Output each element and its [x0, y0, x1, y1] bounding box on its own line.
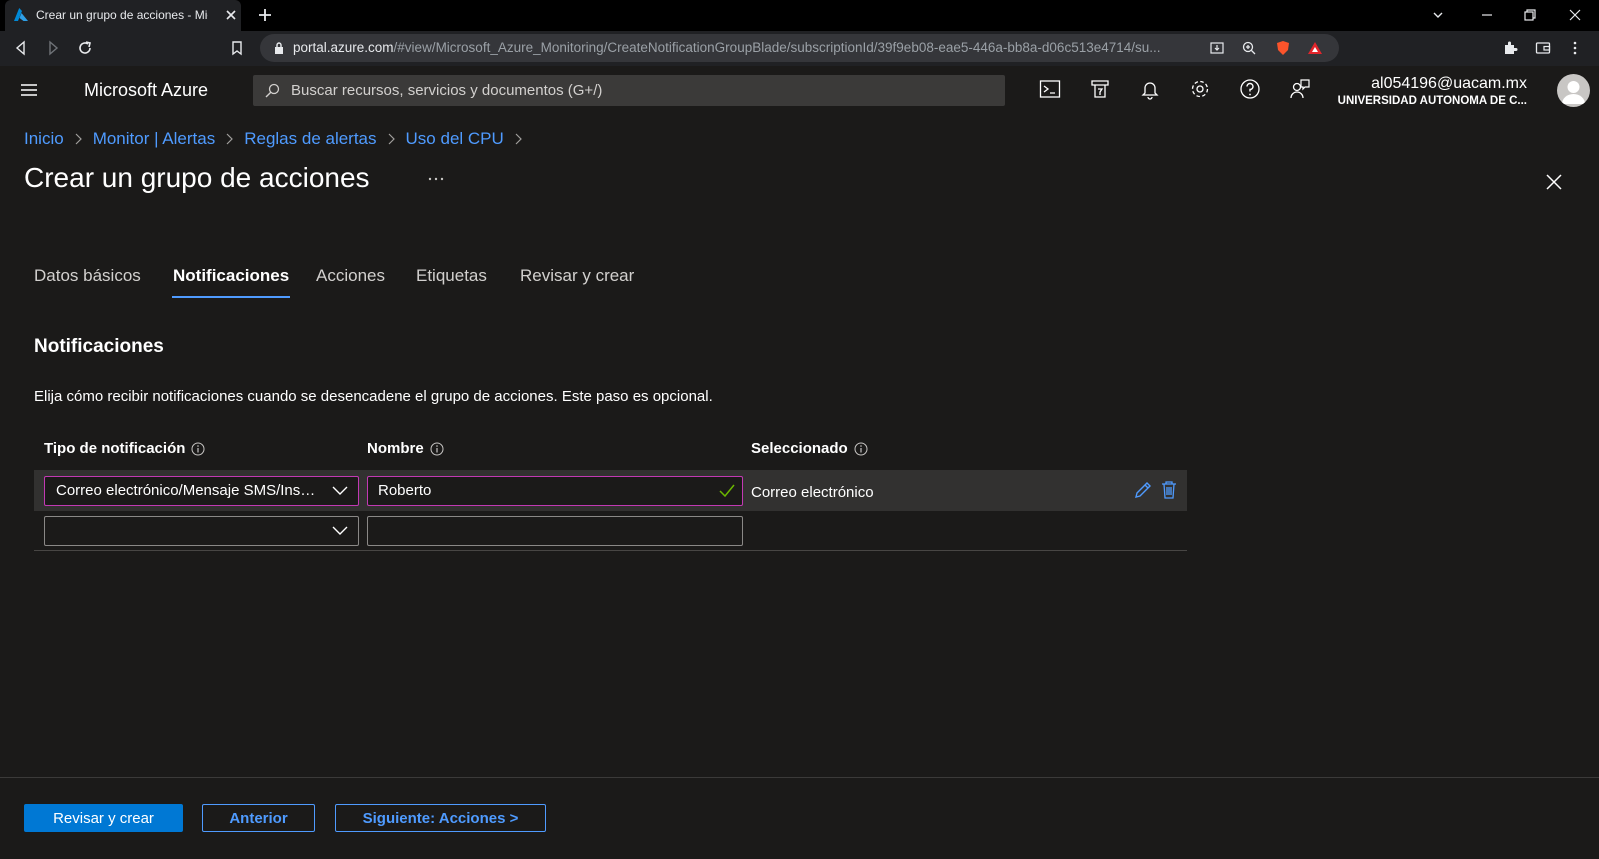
next-actions-button[interactable]: Siguiente: Acciones >	[335, 804, 546, 832]
breadcrumb-uso-del-cpu[interactable]: Uso del CPU	[406, 129, 504, 149]
bookmark-icon[interactable]	[229, 40, 245, 56]
chevron-right-icon	[515, 133, 522, 145]
review-create-button[interactable]: Revisar y crear	[24, 804, 183, 832]
extensions-icon[interactable]	[1502, 40, 1518, 56]
chevron-right-icon	[75, 133, 82, 145]
azure-logo-icon	[14, 8, 28, 21]
wallet-icon[interactable]	[1535, 40, 1551, 56]
lock-icon	[275, 42, 283, 54]
url-path: /#view/Microsoft_Azure_Monitoring/Create…	[393, 40, 1161, 55]
column-header-nombre: Nombre	[367, 440, 444, 457]
tab-etiquetas[interactable]: Etiquetas	[416, 266, 487, 286]
column-header-nombre-label: Nombre	[367, 440, 424, 457]
section-title: Notificaciones	[34, 336, 164, 357]
tab-acciones[interactable]: Acciones	[316, 266, 385, 286]
zoom-icon[interactable]	[1241, 40, 1257, 56]
page-title: Crear un grupo de acciones	[24, 162, 370, 193]
search-placeholder: Buscar recursos, servicios y documentos …	[291, 82, 603, 99]
notification-type-dropdown-empty[interactable]	[44, 516, 359, 546]
browser-tab-strip: Crear un grupo de acciones - Microsoft A…	[0, 0, 1599, 31]
brave-shields-icon[interactable]	[1275, 40, 1291, 56]
feedback-icon[interactable]	[1289, 78, 1311, 100]
info-icon[interactable]	[191, 442, 205, 456]
chevron-right-icon	[226, 133, 234, 145]
tab-datos-basicos[interactable]: Datos básicos	[34, 266, 141, 286]
directory-filter-icon[interactable]	[1089, 78, 1111, 100]
browser-tab[interactable]: Crear un grupo de acciones - Microsoft A…	[5, 0, 241, 31]
back-icon[interactable]	[13, 40, 29, 56]
address-bar[interactable]: portal.azure.com/#view/Microsoft_Azure_M…	[260, 34, 1339, 62]
table-divider	[34, 550, 1187, 551]
name-field-value: Roberto	[378, 482, 432, 499]
close-window-icon[interactable]	[1568, 8, 1582, 22]
tab-revisar-y-crear[interactable]: Revisar y crear	[520, 266, 634, 286]
notifications-icon[interactable]	[1139, 78, 1161, 100]
user-email[interactable]: al054196@uacam.mx	[1371, 75, 1527, 93]
active-tab-indicator	[172, 296, 291, 298]
chevron-right-icon	[388, 133, 395, 145]
more-options-icon[interactable]	[427, 176, 445, 182]
column-header-tipo-label: Tipo de notificación	[44, 440, 186, 457]
browser-toolbar: portal.azure.com/#view/Microsoft_Azure_M…	[0, 31, 1599, 66]
name-field[interactable]: Roberto	[367, 476, 743, 506]
chevron-down-icon	[332, 526, 348, 535]
reload-icon[interactable]	[77, 40, 93, 56]
restore-icon[interactable]	[1523, 8, 1537, 22]
url-text: portal.azure.com/#view/Microsoft_Azure_M…	[293, 40, 1223, 55]
notification-type-value: Correo electrónico/Mensaje SMS/Insert/Vo…	[56, 482, 321, 499]
install-app-icon[interactable]	[1209, 40, 1225, 56]
info-icon[interactable]	[430, 442, 444, 456]
tab-notificaciones[interactable]: Notificaciones	[172, 266, 291, 298]
chevron-down-icon	[332, 486, 348, 495]
tab-notificaciones-label: Notificaciones	[173, 266, 290, 285]
notification-type-dropdown[interactable]: Correo electrónico/Mensaje SMS/Insert/Vo…	[44, 476, 359, 506]
azure-top-bar: Microsoft Azure Buscar recursos, servici…	[0, 66, 1599, 114]
delete-icon[interactable]	[1160, 480, 1178, 500]
brave-rewards-icon[interactable]	[1307, 40, 1323, 56]
breadcrumb-inicio[interactable]: Inicio	[24, 129, 64, 149]
tab-search-icon[interactable]	[1431, 8, 1445, 22]
url-host: portal.azure.com	[293, 40, 394, 55]
edit-icon[interactable]	[1133, 480, 1153, 500]
breadcrumb-reglas-de-alertas[interactable]: Reglas de alertas	[244, 129, 376, 149]
cloud-shell-icon[interactable]	[1039, 78, 1061, 100]
global-search-input[interactable]: Buscar recursos, servicios y documentos …	[253, 75, 1005, 106]
minimize-icon[interactable]	[1480, 8, 1494, 22]
previous-button[interactable]: Anterior	[202, 804, 315, 832]
valid-check-icon	[719, 484, 735, 498]
help-icon[interactable]	[1239, 78, 1261, 100]
column-header-seleccionado: Seleccionado	[751, 440, 868, 457]
user-avatar-icon	[1562, 81, 1585, 104]
avatar[interactable]	[1557, 74, 1590, 107]
selected-value: Correo electrónico	[751, 484, 874, 501]
column-header-seleccionado-label: Seleccionado	[751, 440, 848, 457]
forward-icon[interactable]	[45, 40, 61, 56]
info-icon[interactable]	[854, 442, 868, 456]
search-icon	[265, 83, 280, 98]
settings-icon[interactable]	[1189, 78, 1211, 100]
tab-title: Crear un grupo de acciones - Microsoft A…	[36, 8, 208, 22]
footer-divider	[0, 777, 1599, 778]
close-icon[interactable]	[1546, 174, 1562, 190]
browser-menu-icon[interactable]	[1567, 40, 1583, 56]
close-tab-icon[interactable]	[224, 8, 238, 22]
section-description: Elija cómo recibir notificaciones cuando…	[34, 388, 713, 405]
user-organization[interactable]: UNIVERSIDAD AUTONOMA DE C...	[1338, 95, 1527, 107]
portal-menu-icon[interactable]	[20, 82, 38, 98]
column-header-tipo: Tipo de notificación	[44, 440, 205, 457]
name-field-empty[interactable]	[367, 516, 743, 546]
new-tab-icon[interactable]	[257, 7, 273, 23]
brand-title[interactable]: Microsoft Azure	[84, 80, 208, 101]
breadcrumb: Inicio Monitor | Alertas Reglas de alert…	[24, 129, 533, 149]
breadcrumb-monitor-alertas[interactable]: Monitor | Alertas	[93, 129, 216, 149]
